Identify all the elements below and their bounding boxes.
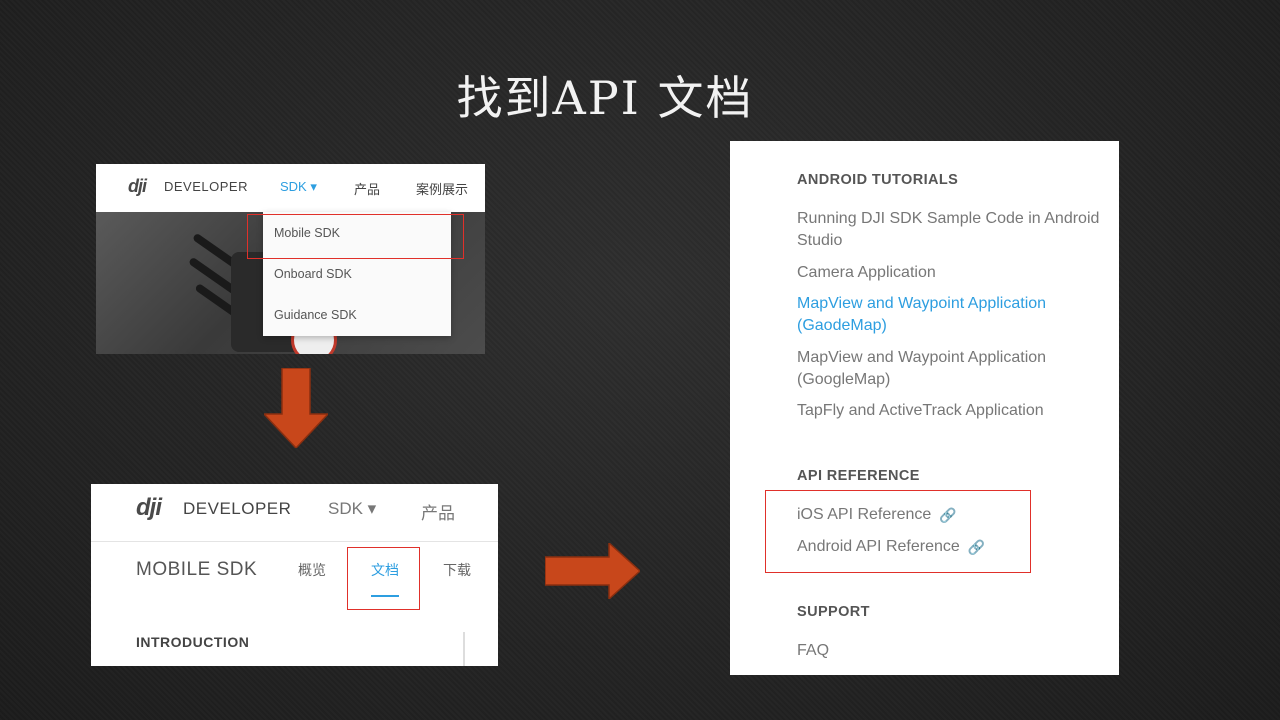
dji-logo[interactable]: dji (128, 176, 147, 197)
heading-api-reference: API REFERENCE (797, 468, 920, 484)
heading-support: SUPPORT (797, 604, 870, 620)
page-title: MOBILE SDK (136, 559, 258, 580)
scrollbar-divider (463, 632, 465, 666)
nav-sdk[interactable]: SDK ▾ (280, 179, 317, 195)
tab-overview[interactable]: 概览 (298, 560, 326, 580)
developer-label[interactable]: DEVELOPER (183, 499, 291, 519)
screenshot-docs-sidebar: ANDROID TUTORIALS Running DJI SDK Sample… (730, 141, 1119, 675)
dji-logo[interactable]: dji (136, 494, 162, 522)
link-tapfly-activetrack[interactable]: TapFly and ActiveTrack Application (797, 400, 1107, 422)
arrow-down-icon (264, 368, 328, 448)
screenshot-mobile-sdk: dji DEVELOPER SDK ▾ 产品 MOBILE SDK 概览 文档 … (91, 484, 498, 666)
link-faq[interactable]: FAQ (797, 640, 1107, 662)
dropdown-item-guidance-sdk[interactable]: Guidance SDK (274, 308, 357, 322)
nav-products[interactable]: 产品 (421, 499, 455, 524)
nav-sdk[interactable]: SDK ▾ (328, 499, 376, 519)
screenshot-sdk-dropdown: dji DEVELOPER SDK ▾ 产品 案例展示 Mobile SDK O… (96, 164, 485, 354)
arrow-right-icon (545, 543, 640, 599)
highlight-box-docs-tab (347, 547, 420, 610)
tab-download[interactable]: 下载 (443, 560, 471, 580)
heading-android-tutorials: ANDROID TUTORIALS (797, 172, 959, 188)
slide-title: 找到API 文档 (456, 71, 754, 125)
nav-products[interactable]: 产品 (354, 179, 380, 198)
nav-cases[interactable]: 案例展示 (416, 179, 468, 198)
dropdown-item-onboard-sdk[interactable]: Onboard SDK (274, 267, 352, 281)
section-heading-introduction: INTRODUCTION (136, 634, 250, 650)
highlight-box-api-reference (765, 490, 1031, 573)
link-mapview-gaodemap[interactable]: MapView and Waypoint Application (GaodeM… (797, 293, 1107, 337)
nav-divider (91, 541, 498, 542)
top-nav: dji DEVELOPER SDK ▾ 产品 案例展示 (96, 164, 485, 212)
link-mapview-googlemap[interactable]: MapView and Waypoint Application (Google… (797, 347, 1107, 391)
link-camera-application[interactable]: Camera Application (797, 262, 1107, 284)
link-running-sample-code[interactable]: Running DJI SDK Sample Code in Android S… (797, 208, 1107, 252)
highlight-box-mobile-sdk (247, 214, 464, 259)
developer-label[interactable]: DEVELOPER (164, 179, 248, 194)
